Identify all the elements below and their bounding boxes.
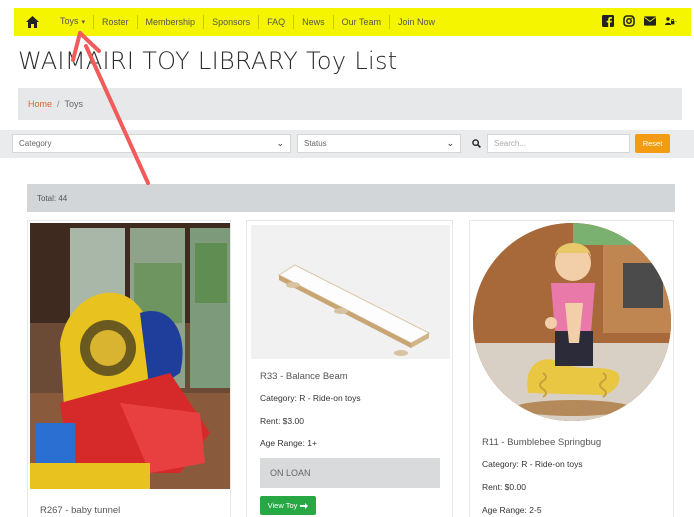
toy-rent: Rent: $0.00 — [482, 482, 526, 492]
nav-item-toys[interactable]: Toys ▾ — [52, 14, 93, 30]
toy-category: Category: R - Ride-on toys — [482, 459, 583, 469]
page-title: WAIMAIRI TOY LIBRARY Toy List — [18, 47, 398, 75]
nav-item-membership[interactable]: Membership — [136, 15, 204, 29]
toy-age-range: Age Range: 2-5 — [482, 505, 542, 515]
chevron-down-icon: ⌄ — [446, 138, 454, 148]
category-select[interactable]: Category ⌄ — [12, 134, 291, 153]
facebook-icon[interactable] — [602, 15, 614, 27]
status-select[interactable]: Status ⌄ — [297, 134, 461, 153]
arrow-right-icon — [300, 502, 309, 510]
toy-category: Category: R - Ride-on toys — [260, 393, 361, 403]
user-lock-icon[interactable] — [665, 15, 677, 27]
toy-card[interactable]: R11 - Bumblebee Springbug Category: R - … — [469, 220, 674, 517]
mail-icon[interactable] — [644, 15, 656, 27]
breadcrumb-home-link[interactable]: Home — [28, 99, 52, 109]
nav-item-sponsors[interactable]: Sponsors — [203, 15, 258, 29]
view-toy-button[interactable]: View Toy — [260, 496, 316, 515]
view-toy-label: View Toy — [267, 501, 298, 510]
nav-item-our-team[interactable]: Our Team — [332, 15, 389, 29]
nav-item-roster[interactable]: Roster — [93, 15, 137, 29]
chevron-down-icon: ⌄ — [276, 138, 284, 148]
search-input[interactable]: Search... — [487, 134, 630, 153]
breadcrumb-separator: / — [57, 99, 60, 109]
breadcrumb: Home / Toys — [18, 88, 682, 120]
nav-item-join-now[interactable]: Join Now — [389, 15, 443, 29]
toy-image-bumblebee-springbug — [473, 223, 671, 421]
toy-rent: Rent: $3.00 — [260, 416, 304, 426]
nav-item-faq[interactable]: FAQ — [258, 15, 293, 29]
chevron-down-icon: ▾ — [81, 19, 86, 26]
home-icon[interactable] — [26, 16, 48, 28]
category-select-value: Category — [19, 139, 52, 148]
status-badge: ON LOAN — [260, 458, 440, 488]
instagram-icon[interactable] — [623, 15, 635, 27]
breadcrumb-current: Toys — [64, 99, 84, 109]
toy-title: R11 - Bumblebee Springbug — [482, 437, 602, 448]
nav-item-label: Toys — [60, 16, 79, 26]
total-count-bar: Total: 44 — [27, 184, 675, 212]
social-links — [602, 15, 677, 27]
toy-image-balance-beam — [251, 225, 450, 359]
toy-age-range: Age Range: 1+ — [260, 438, 317, 448]
top-nav-bar: Toys ▾ Roster Membership Sponsors FAQ New… — [14, 8, 691, 36]
toy-title: R33 - Balance Beam — [260, 371, 348, 382]
reset-button[interactable]: Reset — [635, 134, 670, 153]
filter-bar: Category ⌄ Status ⌄ Search... Reset — [0, 130, 694, 158]
status-select-value: Status — [304, 139, 327, 148]
toy-image-baby-tunnel — [30, 223, 230, 489]
nav-item-news[interactable]: News — [293, 15, 333, 29]
toy-card[interactable]: R267 - baby tunnel — [27, 220, 231, 517]
search-icon[interactable] — [466, 134, 486, 153]
nav-menu: Toys ▾ Roster Membership Sponsors FAQ New… — [52, 14, 443, 30]
toy-title: R267 - baby tunnel — [40, 505, 121, 516]
